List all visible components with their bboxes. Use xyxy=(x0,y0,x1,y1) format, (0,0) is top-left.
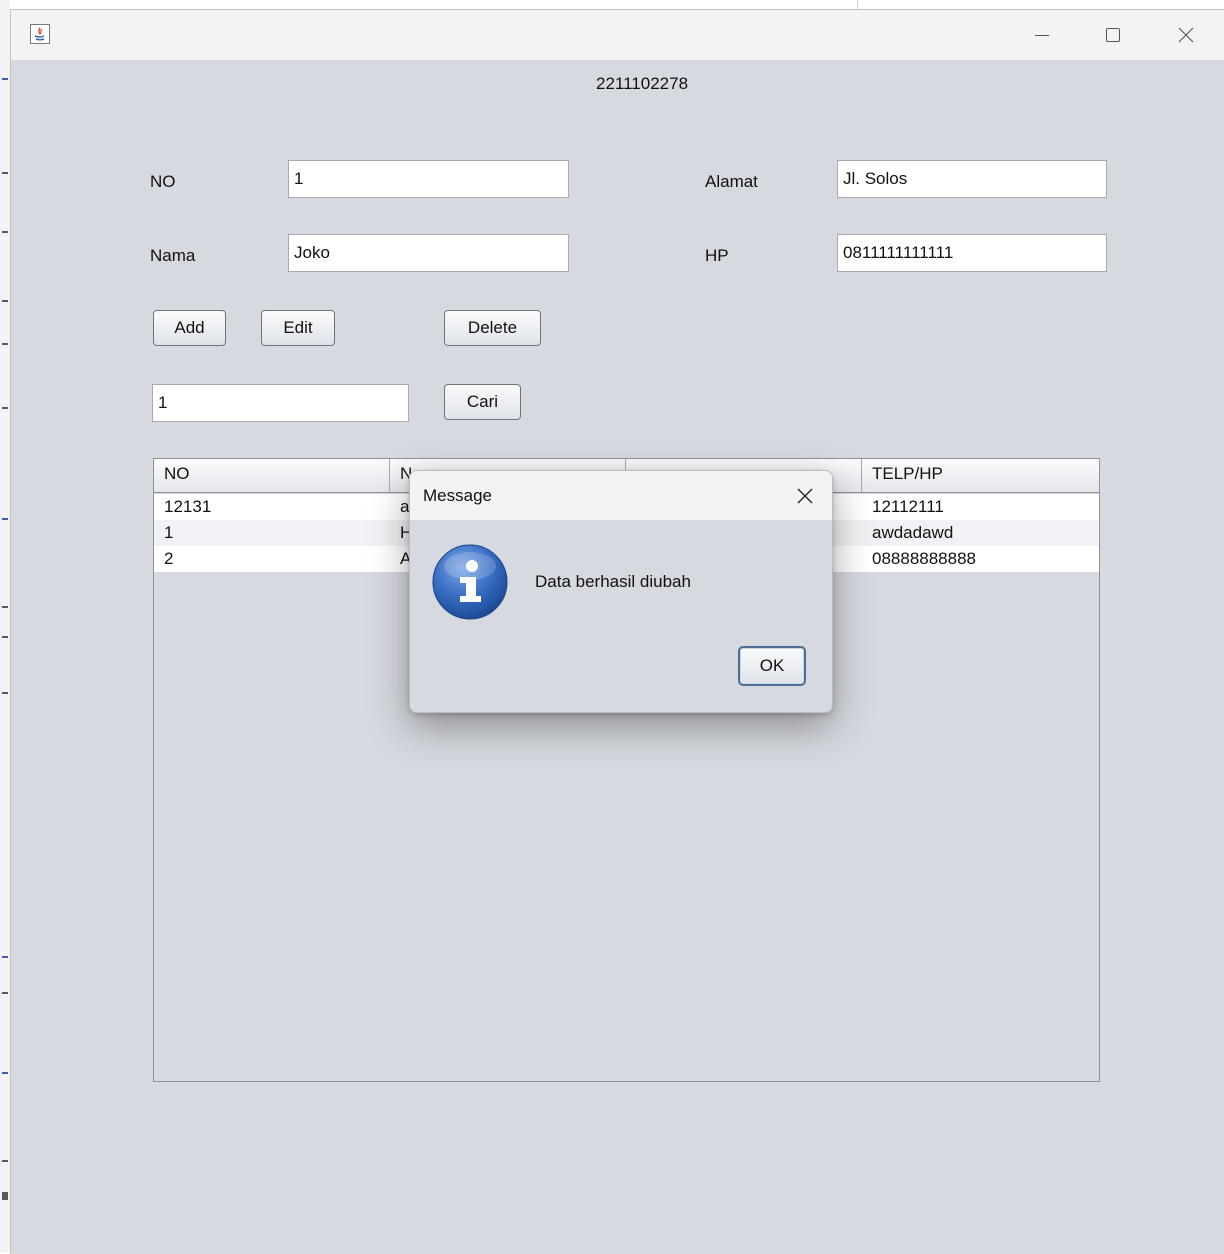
background-mark xyxy=(2,606,8,608)
background-mark xyxy=(2,407,8,409)
nama-label: Nama xyxy=(150,246,196,265)
minimize-button[interactable] xyxy=(1027,20,1057,48)
background-mark xyxy=(2,1160,8,1162)
background-mark xyxy=(2,636,8,638)
background-mark xyxy=(2,172,8,174)
nama-input[interactable] xyxy=(288,234,569,272)
search-input[interactable] xyxy=(152,384,409,422)
background-mark xyxy=(2,1192,8,1200)
java-app-icon[interactable] xyxy=(30,24,50,44)
add-button[interactable]: Add xyxy=(153,310,226,346)
background-window-edge xyxy=(0,0,10,1253)
ok-button[interactable]: OK xyxy=(738,646,806,686)
dialog-message: Data berhasil diubah xyxy=(535,572,691,591)
column-header-telp[interactable]: TELP/HP xyxy=(862,459,1099,493)
main-window: 2211102278 NO Alamat Nama HP Add Edit De… xyxy=(10,9,1224,1254)
hp-input[interactable] xyxy=(837,234,1107,272)
dialog-titlebar[interactable]: Message xyxy=(410,471,832,520)
dialog-close-button[interactable] xyxy=(792,483,818,509)
table-cell: 08888888888 xyxy=(872,549,977,568)
close-icon xyxy=(797,488,813,504)
table-cell: 2 xyxy=(164,549,174,568)
table-cell: 12131 xyxy=(164,497,212,516)
background-mark xyxy=(2,692,8,694)
page-title: 2211102278 xyxy=(596,74,689,93)
table-cell: awdadawd xyxy=(872,523,954,542)
background-mark xyxy=(2,1072,8,1074)
no-label: NO xyxy=(150,172,176,191)
maximize-button[interactable] xyxy=(1098,20,1128,48)
delete-button[interactable]: Delete xyxy=(444,310,541,346)
background-mark xyxy=(2,992,8,994)
background-mark xyxy=(2,300,8,302)
dialog-title: Message xyxy=(423,486,492,505)
background-mark xyxy=(2,956,8,958)
table-cell: 12112111 xyxy=(872,497,944,516)
edit-button[interactable]: Edit xyxy=(261,310,335,346)
alamat-input[interactable] xyxy=(837,160,1107,198)
background-mark xyxy=(2,231,8,233)
close-icon xyxy=(1178,27,1194,43)
window-titlebar[interactable] xyxy=(11,10,1224,60)
alamat-label: Alamat xyxy=(705,172,758,191)
close-window-button[interactable] xyxy=(1171,20,1201,48)
minimize-icon xyxy=(1035,35,1049,36)
table-cell: 1 xyxy=(164,523,174,542)
column-header-no[interactable]: NO xyxy=(154,459,390,493)
cari-button[interactable]: Cari xyxy=(444,384,521,420)
background-mark xyxy=(2,518,8,520)
maximize-icon xyxy=(1106,28,1120,42)
message-dialog: Message Data berhasil diubah OK xyxy=(409,470,833,713)
no-input[interactable] xyxy=(288,160,569,198)
info-icon xyxy=(432,544,508,620)
background-mark xyxy=(2,78,8,80)
hp-label: HP xyxy=(705,246,729,265)
background-mark xyxy=(2,343,8,345)
